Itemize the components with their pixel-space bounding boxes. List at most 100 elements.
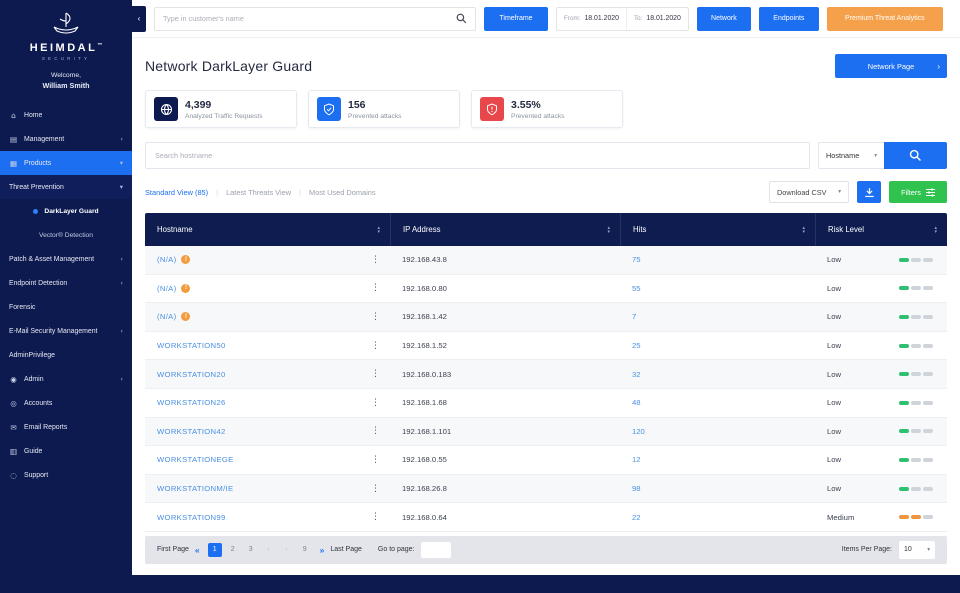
network-button[interactable]: Network	[697, 7, 751, 31]
page-number[interactable]: ·	[280, 543, 294, 557]
sort-icon[interactable]: ▴▾	[802, 226, 805, 234]
items-per-page-dropdown[interactable]: 10 ▾	[899, 541, 935, 559]
hostname-link[interactable]: (N/A)	[157, 284, 176, 293]
row-menu-icon[interactable]: ⋮	[371, 426, 380, 436]
row-menu-icon[interactable]: ⋮	[371, 255, 380, 265]
heimdal-logo: HEIMDAL™ SECURITY	[0, 0, 132, 61]
hostname-link[interactable]: (N/A)	[157, 255, 176, 264]
tab-latest-threats-view[interactable]: Latest Threats View	[226, 188, 291, 197]
hostname-cell: WORKSTATIONM/IE ⋮	[145, 475, 390, 503]
main-content: Network DarkLayer Guard Network Page › 4…	[132, 38, 960, 575]
hostname-link[interactable]: WORKSTATION42	[157, 427, 226, 436]
page-title: Network DarkLayer Guard	[145, 58, 312, 74]
search-icon[interactable]	[456, 13, 467, 24]
sidebar-item-label: Management	[24, 136, 64, 143]
sidebar-collapse-button[interactable]: ‹	[132, 6, 146, 32]
column-title: Hits	[633, 225, 646, 234]
risk-bar-segment	[923, 458, 933, 462]
hits-cell[interactable]: 75	[620, 255, 815, 264]
risk-label: Low	[827, 427, 841, 436]
column-header-ip-address[interactable]: IP Address▴▾	[390, 213, 620, 246]
hits-cell[interactable]: 55	[620, 284, 815, 293]
sidebar-item-threat-prevention[interactable]: Threat Prevention▾	[0, 175, 132, 199]
column-header-hits[interactable]: Hits ▴▾	[620, 213, 815, 246]
sidebar-item-admin[interactable]: ◉Admin›	[0, 367, 132, 391]
row-menu-icon[interactable]: ⋮	[371, 283, 380, 293]
risk-bar-segment	[911, 458, 921, 462]
filters-button[interactable]: Filters	[889, 181, 947, 203]
sidebar-item-management[interactable]: ▤Management›	[0, 127, 132, 151]
network-page-button[interactable]: Network Page ›	[835, 54, 947, 78]
risk-cell: Low	[815, 370, 947, 379]
timeframe-button[interactable]: Timeframe	[484, 7, 548, 31]
first-page-chevron-icon[interactable]: «	[195, 545, 200, 555]
hostname-cell: WORKSTATION20 ⋮	[145, 360, 390, 388]
tab-standard-view-85[interactable]: Standard View (85)	[145, 188, 208, 197]
hits-cell[interactable]: 12	[620, 455, 815, 464]
hits-cell[interactable]: 48	[620, 398, 815, 407]
hostname-link[interactable]: WORKSTATION50	[157, 341, 226, 350]
hits-cell[interactable]: 7	[620, 312, 815, 321]
page-number[interactable]: 9	[298, 543, 312, 557]
hostname-link[interactable]: WORKSTATIONM/IE	[157, 484, 233, 493]
sidebar-item-patch-asset-management[interactable]: Patch & Asset Management›	[0, 247, 132, 271]
column-header-risk-level[interactable]: Risk Level▴▾	[815, 213, 947, 246]
page-number[interactable]: 3	[244, 543, 258, 557]
tab-most-used-domains[interactable]: Most Used Domains	[309, 188, 376, 197]
hits-cell[interactable]: 98	[620, 484, 815, 493]
premium-threat-analytics-button[interactable]: Premium Threat Analytics	[827, 7, 943, 31]
hostname-link[interactable]: WORKSTATION99	[157, 513, 226, 522]
hits-cell[interactable]: 22	[620, 513, 815, 522]
row-menu-icon[interactable]: ⋮	[371, 341, 380, 351]
row-menu-icon[interactable]: ⋮	[371, 312, 380, 322]
hostname-link[interactable]: WORKSTATION20	[157, 370, 226, 379]
page-number-current[interactable]: 1	[208, 543, 222, 557]
sort-icon[interactable]: ▴▾	[607, 226, 610, 234]
sidebar-item-darklayer-guard[interactable]: DarkLayer Guard	[0, 199, 132, 223]
download-csv-dropdown[interactable]: Download CSV ▾	[769, 181, 849, 203]
row-menu-icon[interactable]: ⋮	[371, 398, 380, 408]
sidebar-item-email-reports[interactable]: ✉Email Reports	[0, 415, 132, 439]
hostname-link[interactable]: (N/A)	[157, 312, 176, 321]
hits-cell[interactable]: 120	[620, 427, 815, 436]
sidebar-item-vector-detection[interactable]: Vector® Detection	[0, 223, 132, 247]
hits-cell[interactable]: 25	[620, 341, 815, 350]
sort-icon[interactable]: ▴▾	[934, 226, 937, 234]
hostname-search-input[interactable]	[145, 142, 810, 169]
sidebar-item-e-mail-security-management[interactable]: E-Mail Security Management›	[0, 319, 132, 343]
date-from-field[interactable]: From: 18.01.2020	[557, 8, 626, 30]
last-page-label[interactable]: Last Page	[330, 546, 362, 553]
sidebar-item-accounts[interactable]: ◎Accounts	[0, 391, 132, 415]
sidebar-item-label: Forensic	[9, 304, 35, 311]
risk-bar-segment	[899, 286, 909, 290]
sidebar-item-support[interactable]: ◌Support	[0, 463, 132, 487]
separator: |	[216, 188, 218, 197]
row-menu-icon[interactable]: ⋮	[371, 512, 380, 522]
last-page-chevron-icon[interactable]: »	[320, 545, 325, 555]
sort-icon[interactable]: ▴▾	[377, 226, 380, 234]
hostname-link[interactable]: WORKSTATIONEGE	[157, 455, 234, 464]
column-header-hostname[interactable]: Hostname▴▾	[145, 213, 390, 246]
sidebar-item-products[interactable]: ▦Products▾	[0, 151, 132, 175]
column-select-dropdown[interactable]: Hostname ▾	[818, 142, 884, 169]
sidebar-item-forensic[interactable]: Forensic	[0, 295, 132, 319]
sidebar-item-adminprivilege[interactable]: AdminPrivilege	[0, 343, 132, 367]
stat-card: 4,399Analyzed Traffic Requests	[145, 90, 297, 128]
sidebar-item-guide[interactable]: ▥Guide	[0, 439, 132, 463]
date-to-field[interactable]: To: 18.01.2020	[626, 8, 688, 30]
hostname-link[interactable]: WORKSTATION26	[157, 398, 226, 407]
endpoints-button[interactable]: Endpoints	[759, 7, 819, 31]
first-page-label[interactable]: First Page	[157, 546, 189, 553]
row-menu-icon[interactable]: ⋮	[371, 484, 380, 494]
row-menu-icon[interactable]: ⋮	[371, 455, 380, 465]
hostname-search-button[interactable]	[884, 142, 947, 169]
download-button[interactable]	[857, 181, 881, 203]
page-number[interactable]: ·	[262, 543, 276, 557]
sidebar-item-endpoint-detection[interactable]: Endpoint Detection›	[0, 271, 132, 295]
row-menu-icon[interactable]: ⋮	[371, 369, 380, 379]
customer-search-input[interactable]	[163, 14, 456, 23]
goto-page-input[interactable]	[421, 542, 451, 558]
page-number[interactable]: 2	[226, 543, 240, 557]
sidebar-item-home[interactable]: ⌂Home	[0, 103, 132, 127]
hits-cell[interactable]: 32	[620, 370, 815, 379]
